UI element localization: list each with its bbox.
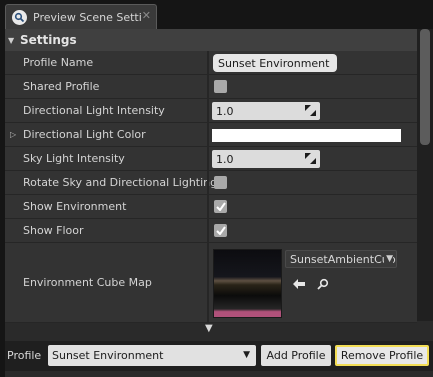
directional-light-color-swatch[interactable] xyxy=(212,129,401,142)
column-splitter[interactable] xyxy=(207,75,209,98)
property-label: Environment Cube Map xyxy=(23,276,152,289)
shared-profile-checkbox[interactable] xyxy=(214,80,227,93)
numeric-value: 1.0 xyxy=(216,104,234,118)
column-splitter[interactable] xyxy=(207,195,209,218)
category-settings[interactable]: ▼ Settings xyxy=(5,29,417,51)
property-row-directional-light-intensity: Directional Light Intensity 1.0 xyxy=(5,99,417,123)
remove-profile-button[interactable]: Remove Profile xyxy=(335,345,429,366)
chevron-down-icon: ▼ xyxy=(384,251,393,267)
show-floor-checkbox[interactable] xyxy=(214,224,227,237)
drag-resize-icon[interactable] xyxy=(305,153,316,164)
drag-resize-icon[interactable] xyxy=(305,105,316,116)
add-profile-button[interactable]: Add Profile xyxy=(261,345,331,366)
asset-name: SunsetAmbientCubemap xyxy=(290,252,396,266)
profile-dropdown[interactable]: Sunset Environment ▼ xyxy=(48,345,256,366)
cubemap-thumbnail[interactable] xyxy=(213,249,282,318)
use-selected-arrow-icon[interactable] xyxy=(291,276,307,292)
property-label: Show Floor xyxy=(23,224,84,237)
column-splitter[interactable] xyxy=(207,171,209,194)
magnifier-icon xyxy=(12,9,27,25)
property-label: Shared Profile xyxy=(23,80,100,93)
collapse-arrow-icon[interactable]: ▼ xyxy=(8,36,20,45)
property-label: Profile Name xyxy=(23,56,94,69)
column-splitter[interactable] xyxy=(207,51,209,74)
vertical-scrollbar[interactable] xyxy=(417,29,433,321)
show-environment-checkbox[interactable] xyxy=(214,200,227,213)
tab-preview-scene-settings[interactable]: Preview Scene Setti ✕ xyxy=(5,4,157,29)
numeric-value: 1.0 xyxy=(216,152,234,166)
column-splitter[interactable] xyxy=(207,219,209,242)
column-splitter[interactable] xyxy=(207,147,209,170)
property-row-profile-name: Profile Name Sunset Environment xyxy=(5,51,417,75)
property-label: Directional Light Color xyxy=(23,128,146,141)
scrollbar-thumb[interactable] xyxy=(420,29,430,145)
selected-profile: Sunset Environment xyxy=(52,349,164,362)
expand-arrow-icon[interactable]: ▷ xyxy=(10,123,16,146)
more-content-arrow-icon[interactable]: ▼ xyxy=(205,323,213,334)
property-row-environment-cube-map: Environment Cube Map SunsetAmbientCubema… xyxy=(5,243,417,323)
tab-title: Preview Scene Setti xyxy=(33,10,141,24)
rotate-sky-checkbox[interactable] xyxy=(214,176,227,189)
property-row-directional-light-color: ▷ Directional Light Color xyxy=(5,123,417,147)
directional-light-intensity-field[interactable]: 1.0 xyxy=(212,102,320,120)
property-label: Sky Light Intensity xyxy=(23,152,125,165)
property-row-show-environment: Show Environment xyxy=(5,195,417,219)
cubemap-asset-picker[interactable]: SunsetAmbientCubemap ▼ xyxy=(285,250,397,268)
property-label: Rotate Sky and Directional Lighting xyxy=(23,176,218,189)
details-panel: ▼ Settings Profile Name Sunset Environme… xyxy=(5,29,433,377)
column-splitter[interactable] xyxy=(207,243,209,322)
chevron-down-icon: ▼ xyxy=(243,350,250,360)
property-label: Directional Light Intensity xyxy=(23,104,165,117)
property-row-sky-light-intensity: Sky Light Intensity 1.0 xyxy=(5,147,417,171)
category-label: Settings xyxy=(20,33,77,47)
profile-toolbar: Profile Sunset Environment ▼ Add Profile… xyxy=(5,341,433,371)
profile-name-input[interactable]: Sunset Environment xyxy=(213,54,337,72)
close-icon[interactable]: ✕ xyxy=(142,9,151,22)
property-label: Show Environment xyxy=(23,200,127,213)
column-splitter[interactable] xyxy=(207,99,209,122)
profile-label: Profile xyxy=(7,349,42,362)
checkmark-icon xyxy=(215,202,226,211)
sky-light-intensity-field[interactable]: 1.0 xyxy=(212,150,320,168)
property-row-rotate-sky: Rotate Sky and Directional Lighting xyxy=(5,171,417,195)
checkmark-icon xyxy=(215,226,226,235)
property-row-shared-profile: Shared Profile xyxy=(5,75,417,99)
property-row-show-floor: Show Floor xyxy=(5,219,417,243)
tab-bar: Preview Scene Setti ✕ xyxy=(0,0,433,29)
browse-search-icon[interactable] xyxy=(315,276,331,292)
column-splitter[interactable] xyxy=(207,123,209,146)
